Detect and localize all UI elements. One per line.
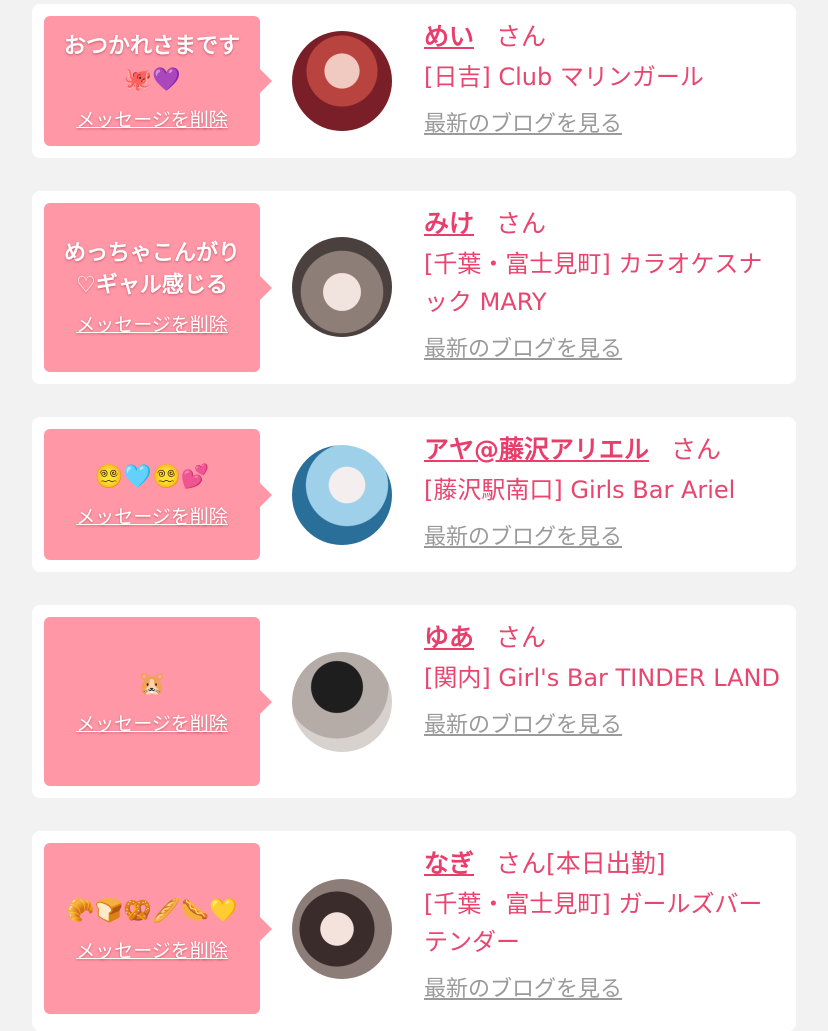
shop-name: [千葉・富士見町] ガールズバーテンダー <box>424 890 763 956</box>
avatar[interactable] <box>292 879 392 979</box>
honorific: さん <box>496 22 547 51</box>
honorific: さん <box>671 435 722 464</box>
delete-message-link[interactable]: メッセージを削除 <box>76 310 228 337</box>
profile-info: めい さん [日吉] Club マリンガール 最新のブログを見る <box>424 18 786 138</box>
message-card: 😵‍💫🩵😵‍💫💕 メッセージを削除 アヤ@藤沢アリエル さん [藤沢駅南口] Gi… <box>32 417 796 572</box>
message-text: めっちゃこんがり ♡ギャル感じる <box>63 241 240 298</box>
shop-name: [千葉・富士見町] カラオケスナック MARY <box>424 250 763 316</box>
message-emoji: 🐙💜 <box>123 66 181 93</box>
status-text: [本日出勤] <box>546 849 666 878</box>
message-emoji: 😵‍💫🩵😵‍💫💕 <box>94 464 210 490</box>
name-line: ゆあ さん <box>424 619 786 657</box>
latest-blog-link[interactable]: 最新のブログを見る <box>424 971 622 1003</box>
message-emoji: 🥐🍞🥨🥖🌭💛 <box>66 898 238 924</box>
avatar[interactable] <box>292 445 392 545</box>
girl-name-link[interactable]: アヤ@藤沢アリエル <box>424 435 649 464</box>
name-line: アヤ@藤沢アリエル さん <box>424 431 786 469</box>
avatar[interactable] <box>292 652 392 752</box>
latest-blog-link[interactable]: 最新のブログを見る <box>424 707 622 739</box>
delete-message-link[interactable]: メッセージを削除 <box>76 502 228 529</box>
message-bubble: 🥐🍞🥨🥖🌭💛 メッセージを削除 <box>44 843 272 1014</box>
honorific: さん <box>496 623 547 652</box>
message-bubble: めっちゃこんがり ♡ギャル感じる メッセージを削除 <box>44 203 272 372</box>
shop-name: [関内] Girl's Bar TINDER LAND <box>424 664 780 692</box>
girl-name-link[interactable]: みけ <box>424 209 474 238</box>
girl-name-link[interactable]: ゆあ <box>424 623 474 652</box>
message-card: 🐹 メッセージを削除 ゆあ さん [関内] Girl's Bar TINDER L… <box>32 605 796 798</box>
name-line: めい さん <box>424 18 786 56</box>
avatar[interactable] <box>292 31 392 131</box>
delete-message-link[interactable]: メッセージを削除 <box>76 105 228 132</box>
latest-blog-link[interactable]: 最新のブログを見る <box>424 106 622 138</box>
message-card: めっちゃこんがり ♡ギャル感じる メッセージを削除 みけ さん [千葉・富士見町]… <box>32 191 796 384</box>
message-bubble: 🐹 メッセージを削除 <box>44 617 272 786</box>
shop-name: [日吉] Club マリンガール <box>424 63 704 91</box>
latest-blog-link[interactable]: 最新のブログを見る <box>424 331 622 363</box>
message-card: 🥐🍞🥨🥖🌭💛 メッセージを削除 なぎ さん[本日出勤] [千葉・富士見町] ガール… <box>32 831 796 1031</box>
girl-name-link[interactable]: なぎ <box>424 849 474 878</box>
girl-name-link[interactable]: めい <box>424 22 474 51</box>
shop-name: [藤沢駅南口] Girls Bar Ariel <box>424 476 736 504</box>
profile-info: ゆあ さん [関内] Girl's Bar TINDER LAND 最新のブログを… <box>424 619 786 739</box>
message-card: おつかれさまです 🐙💜 メッセージを削除 めい さん [日吉] Club マリンガ… <box>32 4 796 158</box>
message-emoji: 🐹 <box>137 671 167 697</box>
profile-info: みけ さん [千葉・富士見町] カラオケスナック MARY 最新のブログを見る <box>424 205 786 363</box>
message-bubble: 😵‍💫🩵😵‍💫💕 メッセージを削除 <box>44 429 272 560</box>
message-text: おつかれさまです <box>63 33 240 59</box>
delete-message-link[interactable]: メッセージを削除 <box>76 936 228 963</box>
honorific: さん <box>496 209 547 238</box>
name-line: みけ さん <box>424 205 786 243</box>
delete-message-link[interactable]: メッセージを削除 <box>76 709 228 736</box>
profile-info: アヤ@藤沢アリエル さん [藤沢駅南口] Girls Bar Ariel 最新のブ… <box>424 431 786 551</box>
avatar[interactable] <box>292 237 392 337</box>
honorific: さん <box>496 849 547 878</box>
latest-blog-link[interactable]: 最新のブログを見る <box>424 519 622 551</box>
message-bubble: おつかれさまです 🐙💜 メッセージを削除 <box>44 16 272 146</box>
name-line: なぎ さん[本日出勤] <box>424 845 786 883</box>
profile-info: なぎ さん[本日出勤] [千葉・富士見町] ガールズバーテンダー 最新のブログを見… <box>424 845 786 1003</box>
